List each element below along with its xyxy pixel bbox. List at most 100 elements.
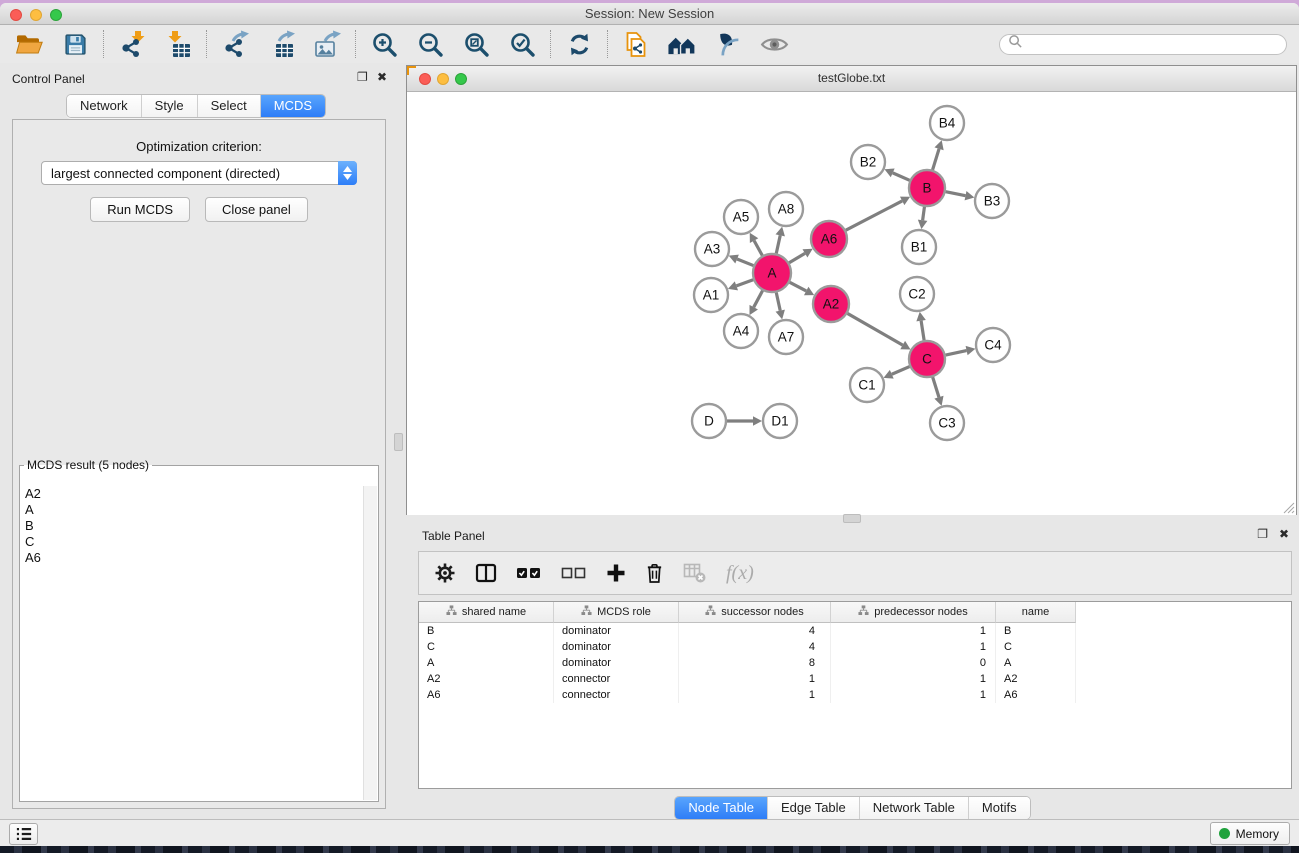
tab-select[interactable]: Select xyxy=(197,95,260,117)
tab-mcds[interactable]: MCDS xyxy=(260,95,325,117)
split-view-button[interactable] xyxy=(475,562,497,584)
graph-node-A2[interactable]: A2 xyxy=(813,286,849,322)
graph-node-C3[interactable]: C3 xyxy=(930,406,964,440)
refresh-view-button[interactable] xyxy=(564,29,594,59)
column-header-name[interactable]: name xyxy=(996,602,1076,623)
column-header-predecessor-nodes[interactable]: predecessor nodes xyxy=(831,602,996,623)
edge-A-A4[interactable] xyxy=(754,291,763,308)
table-tab-node-table[interactable]: Node Table xyxy=(675,797,767,819)
mcds-result-list[interactable]: A2ABCA6 xyxy=(21,486,364,800)
graph-node-C4[interactable]: C4 xyxy=(976,328,1010,362)
mcds-result-item[interactable]: A2 xyxy=(21,486,364,502)
memory-button[interactable]: Memory xyxy=(1210,822,1290,845)
optimization-criterion-dropdown[interactable]: largest connected component (directed) xyxy=(41,161,357,185)
edge-A6-B[interactable] xyxy=(846,201,902,230)
style-preview-button[interactable] xyxy=(713,29,743,59)
column-header-shared-name[interactable]: shared name xyxy=(419,602,554,623)
open-file-button[interactable] xyxy=(14,29,44,59)
graph-node-B1[interactable]: B1 xyxy=(902,230,936,264)
delete-column-button[interactable] xyxy=(645,562,664,584)
close-table-panel-icon[interactable]: ✖ xyxy=(1279,527,1289,541)
graph-node-D1[interactable]: D1 xyxy=(763,404,797,438)
edge-B-B3[interactable] xyxy=(946,192,966,196)
column-header-MCDS-role[interactable]: MCDS role xyxy=(554,602,679,623)
edge-B-B2[interactable] xyxy=(893,173,910,180)
save-session-button[interactable] xyxy=(60,29,90,59)
toggle-visibility-button[interactable] xyxy=(759,29,789,59)
export-network-button[interactable] xyxy=(220,29,250,59)
search-input[interactable] xyxy=(1028,36,1278,52)
result-scrollbar[interactable] xyxy=(363,486,377,800)
edge-C-C3[interactable] xyxy=(933,377,939,397)
edge-A-A5[interactable] xyxy=(754,241,762,256)
resize-grip-icon[interactable] xyxy=(1281,500,1295,514)
import-network-button[interactable] xyxy=(117,29,147,59)
graph-node-A3[interactable]: A3 xyxy=(695,232,729,266)
zoom-out-button[interactable] xyxy=(415,29,445,59)
mcds-result-item[interactable]: C xyxy=(21,534,364,550)
graph-node-A5[interactable]: A5 xyxy=(724,200,758,234)
graph-node-C1[interactable]: C1 xyxy=(850,368,884,402)
edge-A-A3[interactable] xyxy=(737,259,753,266)
deselect-all-columns-button[interactable] xyxy=(561,566,587,580)
add-column-button[interactable] xyxy=(606,563,626,583)
graph-node-A1[interactable]: A1 xyxy=(694,278,728,312)
table-row[interactable]: Bdominator41B xyxy=(419,623,1291,639)
edge-A-A7[interactable] xyxy=(776,293,780,311)
edge-C-C4[interactable] xyxy=(946,351,967,355)
table-row[interactable]: A6connector11A6 xyxy=(419,687,1291,703)
edge-A-A6[interactable] xyxy=(789,253,805,262)
graph-node-B4[interactable]: B4 xyxy=(930,106,964,140)
mcds-result-item[interactable]: A xyxy=(21,502,364,518)
close-panel-icon[interactable]: ✖ xyxy=(377,70,387,84)
edge-B-B4[interactable] xyxy=(933,149,939,170)
table-row[interactable]: Adominator80A xyxy=(419,655,1291,671)
table-row[interactable]: Cdominator41C xyxy=(419,639,1291,655)
graph-node-C2[interactable]: C2 xyxy=(900,277,934,311)
edge-A-A8[interactable] xyxy=(776,235,780,253)
graph-node-A4[interactable]: A4 xyxy=(724,314,758,348)
graph-node-A8[interactable]: A8 xyxy=(769,192,803,226)
edge-C-C1[interactable] xyxy=(892,367,910,375)
graph-node-B[interactable]: B xyxy=(909,170,945,206)
edge-B-B1[interactable] xyxy=(923,207,925,220)
mcds-result-item[interactable]: B xyxy=(21,518,364,534)
float-panel-icon[interactable]: ❐ xyxy=(357,70,368,84)
task-history-button[interactable] xyxy=(9,823,38,845)
search-box[interactable] xyxy=(999,34,1287,55)
graph-node-C[interactable]: C xyxy=(909,341,945,377)
zoom-fit-button[interactable] xyxy=(461,29,491,59)
clone-network-button[interactable] xyxy=(621,29,651,59)
graph-node-A6[interactable]: A6 xyxy=(811,221,847,257)
zoom-selected-button[interactable] xyxy=(507,29,537,59)
vertical-divider-grip[interactable] xyxy=(394,433,403,451)
table-row[interactable]: A2connector11A2 xyxy=(419,671,1291,687)
edge-A-A2[interactable] xyxy=(790,282,807,291)
network-window-titlebar[interactable]: testGlobe.txt xyxy=(407,66,1296,92)
mcds-result-item[interactable]: A6 xyxy=(21,550,364,566)
home-button[interactable] xyxy=(667,29,697,59)
tab-network[interactable]: Network xyxy=(67,95,141,117)
export-table-button[interactable] xyxy=(266,29,296,59)
edge-A2-C[interactable] xyxy=(847,313,902,345)
graph-node-B3[interactable]: B3 xyxy=(975,184,1009,218)
settings-button[interactable] xyxy=(434,562,456,584)
close-panel-button[interactable]: Close panel xyxy=(205,197,308,222)
run-mcds-button[interactable]: Run MCDS xyxy=(90,197,190,222)
graph-node-D[interactable]: D xyxy=(692,404,726,438)
tab-style[interactable]: Style xyxy=(141,95,197,117)
graph-node-A7[interactable]: A7 xyxy=(769,320,803,354)
import-table-button[interactable] xyxy=(163,29,193,59)
horizontal-divider-grip[interactable] xyxy=(843,514,861,523)
graph-node-B2[interactable]: B2 xyxy=(851,145,885,179)
table-tab-network-table[interactable]: Network Table xyxy=(859,797,968,819)
select-all-columns-button[interactable] xyxy=(516,566,542,580)
edge-C-C2[interactable] xyxy=(921,321,924,341)
zoom-in-button[interactable] xyxy=(369,29,399,59)
graph-node-A[interactable]: A xyxy=(753,254,791,292)
float-table-panel-icon[interactable]: ❐ xyxy=(1257,527,1268,541)
edge-A-A1[interactable] xyxy=(736,280,753,286)
export-image-button[interactable] xyxy=(312,29,342,59)
network-canvas[interactable]: B4 B2 B B3 A5 A8A6 B1 A3 A C2 A1 A2 A4 A7 C4 C C1 C3 D D1 xyxy=(407,92,1296,515)
table-tab-edge-table[interactable]: Edge Table xyxy=(767,797,859,819)
